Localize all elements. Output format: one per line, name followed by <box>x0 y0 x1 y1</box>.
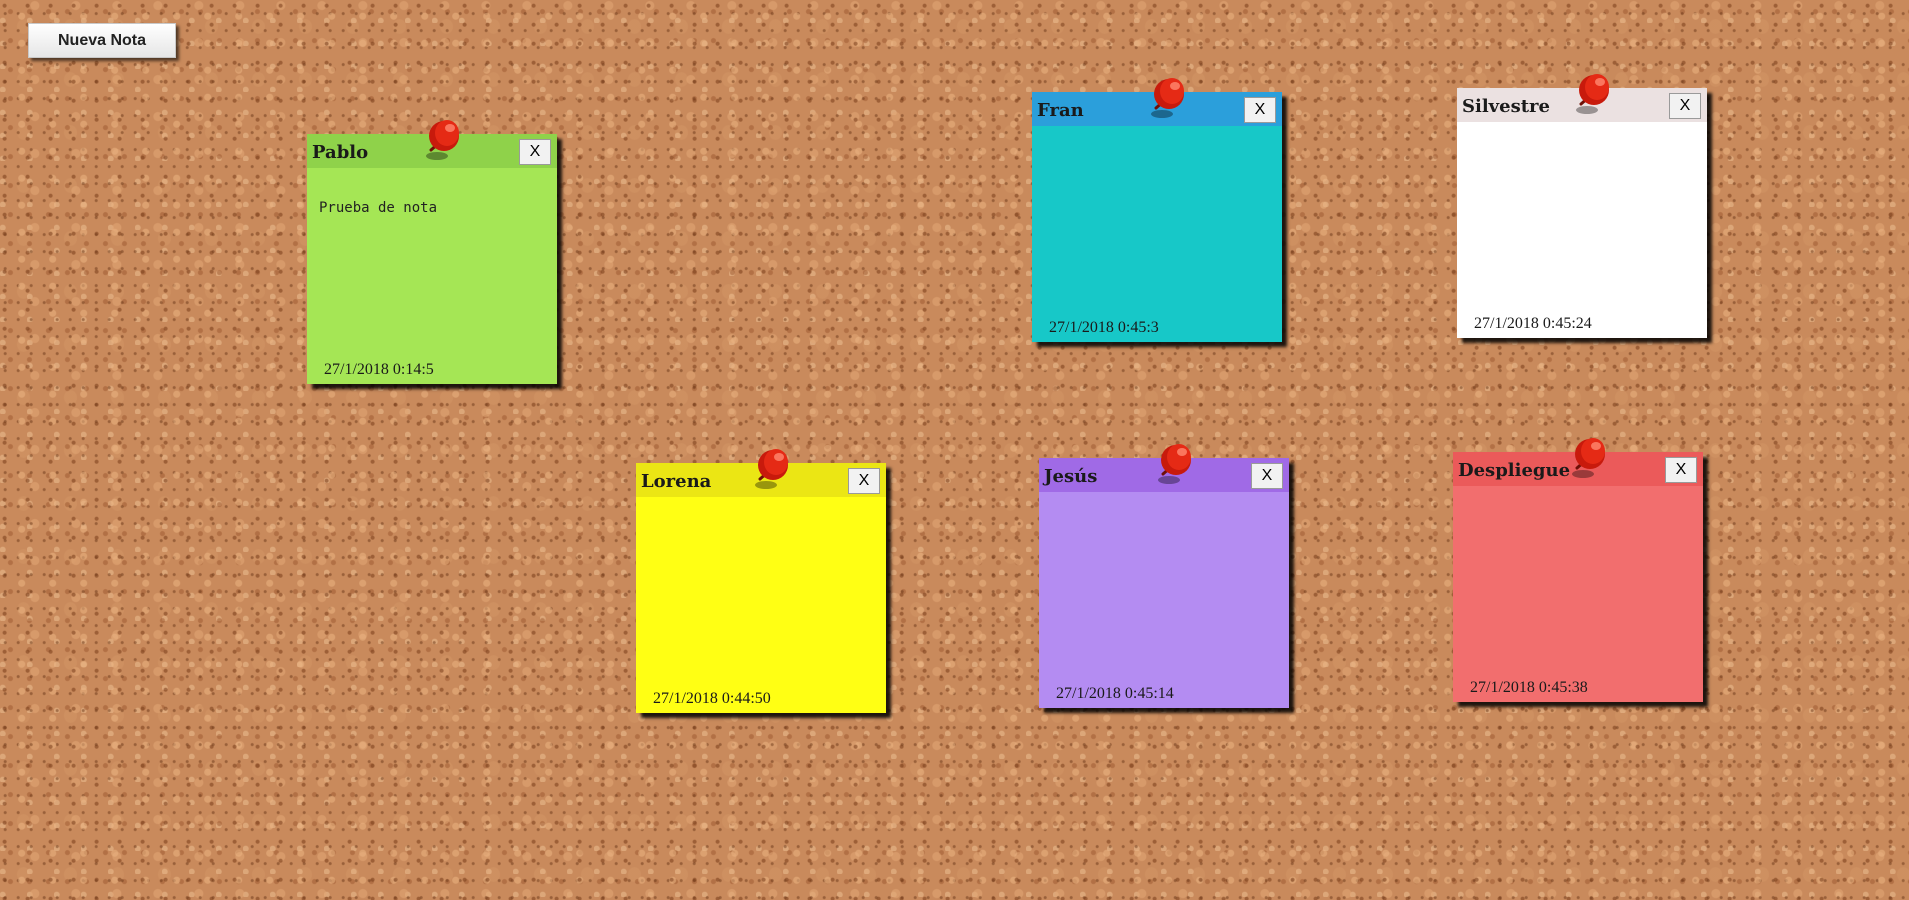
note-date: 27/1/2018 0:45:38 <box>1470 679 1588 696</box>
close-note-button[interactable]: X <box>1669 93 1701 119</box>
new-note-button[interactable]: Nueva Nota <box>28 23 176 58</box>
note-header[interactable]: Despliegue X <box>1453 452 1703 486</box>
note-title: Silvestre <box>1462 96 1550 117</box>
note-header[interactable]: Silvestre X <box>1457 88 1707 122</box>
sticky-note-lorena[interactable]: Lorena X 27/1/2018 0:44:50 <box>636 449 886 713</box>
sticky-note-pablo[interactable]: Pablo X Prueba de nota 27/1/2018 0:14:5 <box>307 120 557 384</box>
note-header[interactable]: Jesús X <box>1039 458 1289 492</box>
note-title: Lorena <box>641 471 712 492</box>
note-title: Fran <box>1037 100 1084 121</box>
close-note-button[interactable]: X <box>1251 463 1283 489</box>
note-content[interactable]: Prueba de nota <box>319 200 547 216</box>
note-date: 27/1/2018 0:45:14 <box>1056 685 1174 702</box>
sticky-note-fran[interactable]: Fran X 27/1/2018 0:45:3 <box>1032 78 1282 342</box>
note-header[interactable]: Fran X <box>1032 92 1282 126</box>
note-title: Pablo <box>312 142 369 163</box>
sticky-note-despliegue[interactable]: Despliegue X 27/1/2018 0:45:38 <box>1453 438 1703 702</box>
sticky-note-jesus[interactable]: Jesús X 27/1/2018 0:45:14 <box>1039 444 1289 708</box>
close-note-button[interactable]: X <box>848 468 880 494</box>
close-note-button[interactable]: X <box>1665 457 1697 483</box>
note-title: Despliegue <box>1458 460 1571 481</box>
note-date: 27/1/2018 0:44:50 <box>653 690 771 707</box>
note-header[interactable]: Lorena X <box>636 463 886 497</box>
note-header[interactable]: Pablo X <box>307 134 557 168</box>
note-title: Jesús <box>1044 466 1098 487</box>
close-note-button[interactable]: X <box>519 139 551 165</box>
note-date: 27/1/2018 0:45:24 <box>1474 315 1592 332</box>
note-date: 27/1/2018 0:45:3 <box>1049 319 1159 336</box>
note-date: 27/1/2018 0:14:5 <box>324 361 434 378</box>
close-note-button[interactable]: X <box>1244 97 1276 123</box>
sticky-note-silvestre[interactable]: Silvestre X 27/1/2018 0:45:24 <box>1457 74 1707 338</box>
